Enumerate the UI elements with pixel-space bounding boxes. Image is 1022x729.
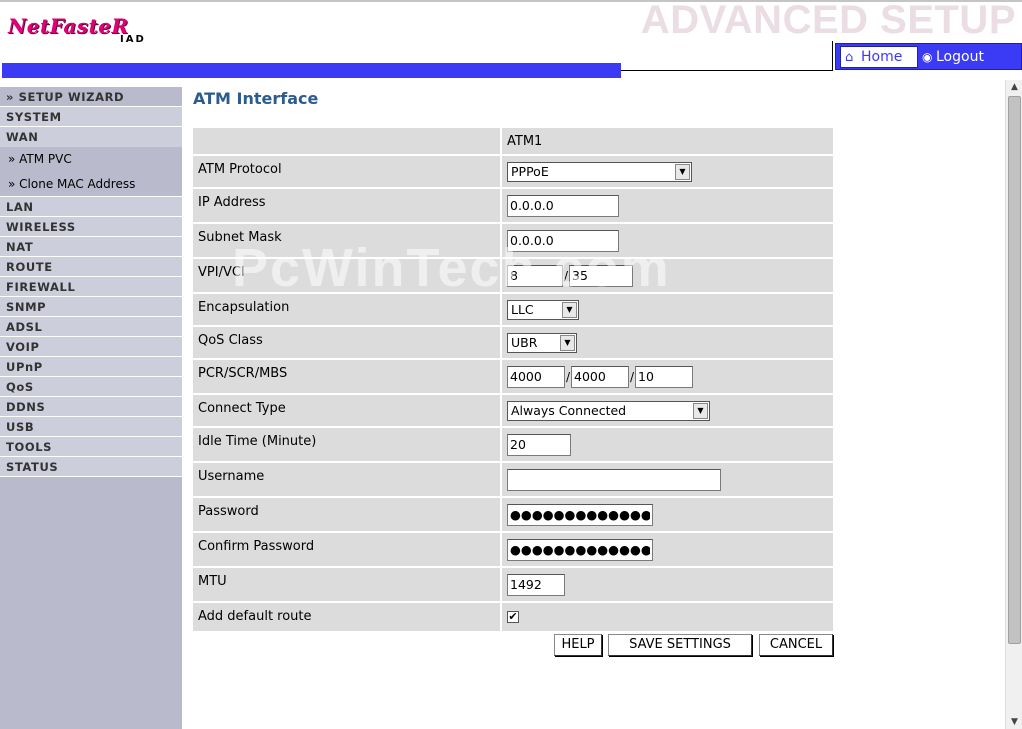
sidebar-item-nat[interactable]: NAT — [0, 237, 182, 257]
page-title: ATM Interface — [193, 89, 319, 108]
cancel-button[interactable]: CANCEL — [759, 634, 833, 656]
help-button[interactable]: HELP — [554, 634, 602, 656]
home-label: Home — [861, 49, 903, 65]
qos-class-label: QoS Class — [193, 326, 502, 359]
scrollbar-thumb[interactable] — [1008, 96, 1021, 644]
default-route-label: Add default route — [193, 602, 502, 632]
header-divider-vertical — [832, 41, 833, 71]
connect-type-label: Connect Type — [193, 394, 502, 427]
sidebar-item-firewall[interactable]: FIREWALL — [0, 277, 182, 297]
pcr-input[interactable] — [507, 365, 565, 388]
confirm-password-label: Confirm Password — [193, 532, 502, 567]
subnet-mask-label: Subnet Mask — [193, 223, 502, 258]
sidebar-item-usb[interactable]: USB — [0, 417, 182, 437]
sidebar-item-qos[interactable]: QoS — [0, 377, 182, 397]
home-icon: ⌂ — [845, 50, 854, 65]
idle-time-label: Idle Time (Minute) — [193, 427, 502, 462]
column-header-atm1: ATM1 — [501, 128, 833, 155]
ip-address-input[interactable] — [507, 194, 619, 217]
atm-protocol-select[interactable]: PPPoE ▼ — [507, 161, 692, 182]
atm-settings-table: ATM1 ATM Protocol PPPoE ▼ IP Address Subn… — [193, 128, 833, 633]
password-input[interactable] — [507, 503, 653, 526]
username-label: Username — [193, 462, 502, 497]
atm-protocol-label: ATM Protocol — [193, 155, 502, 188]
vertical-scrollbar[interactable]: ▲ ▼ — [1005, 80, 1022, 729]
sidebar-item-ddns[interactable]: DDNS — [0, 397, 182, 417]
table-header-empty — [193, 128, 502, 155]
vpi-input[interactable] — [507, 264, 563, 287]
encapsulation-label: Encapsulation — [193, 293, 502, 326]
logo-main-text: NetFasteR — [8, 14, 129, 38]
sidebar: » SETUP WIZARD SYSTEM WAN » ATM PVC » Cl… — [0, 80, 182, 729]
sidebar-item-snmp[interactable]: SNMP — [0, 297, 182, 317]
sidebar-subitem-clone-mac[interactable]: » Clone MAC Address — [0, 172, 182, 197]
save-settings-button[interactable]: SAVE SETTINGS — [608, 634, 752, 656]
mtu-input[interactable] — [507, 573, 565, 596]
chevron-down-icon: ▼ — [562, 301, 577, 318]
idle-time-input[interactable] — [507, 433, 571, 456]
logout-button[interactable]: ◉ Logout — [922, 47, 984, 67]
chevron-down-icon: ▼ — [693, 402, 708, 419]
home-button[interactable]: ⌂ Home — [840, 46, 918, 68]
mbs-input[interactable] — [635, 365, 693, 388]
qos-class-value: UBR — [511, 334, 538, 350]
confirm-password-input[interactable] — [507, 538, 653, 561]
ip-address-label: IP Address — [193, 188, 502, 223]
sidebar-subitem-atm-pvc[interactable]: » ATM PVC — [0, 147, 182, 172]
sidebar-item-wireless[interactable]: WIRELESS — [0, 217, 182, 237]
qos-class-select[interactable]: UBR ▼ — [507, 332, 577, 353]
sidebar-item-tools[interactable]: TOOLS — [0, 437, 182, 457]
vci-input[interactable] — [569, 264, 633, 287]
scr-input[interactable] — [571, 365, 629, 388]
chevron-down-icon: ▼ — [560, 334, 575, 351]
logout-label: Logout — [936, 49, 984, 65]
sidebar-item-status[interactable]: STATUS — [0, 457, 182, 477]
encapsulation-select[interactable]: LLC ▼ — [507, 299, 579, 320]
sidebar-item-route[interactable]: ROUTE — [0, 257, 182, 277]
encapsulation-value: LLC — [511, 301, 534, 317]
sidebar-item-system[interactable]: SYSTEM — [0, 107, 182, 127]
header-divider — [621, 70, 832, 71]
sidebar-item-lan[interactable]: LAN — [0, 197, 182, 217]
sidebar-gap — [0, 80, 182, 87]
banner-title: ADVANCED SETUP — [640, 0, 1016, 42]
mtu-label: MTU — [193, 567, 502, 602]
logo: NetFasteR IAD — [8, 14, 183, 48]
sidebar-item-upnp[interactable]: UPnP — [0, 357, 182, 377]
password-label: Password — [193, 497, 502, 532]
scroll-up-icon[interactable]: ▲ — [1007, 80, 1022, 94]
sidebar-item-wan[interactable]: WAN — [0, 127, 182, 147]
pcr-scr-mbs-label: PCR/SCR/MBS — [193, 359, 502, 394]
chevron-down-icon: ▼ — [675, 163, 690, 180]
atm-protocol-value: PPPoE — [511, 163, 549, 179]
connect-type-value: Always Connected — [511, 402, 627, 418]
subnet-mask-input[interactable] — [507, 229, 619, 252]
logo-sub-text: IAD — [120, 34, 146, 45]
username-input[interactable] — [507, 468, 721, 491]
scroll-down-icon[interactable]: ▼ — [1007, 715, 1022, 729]
header-blue-bar — [2, 63, 621, 78]
sidebar-item-adsl[interactable]: ADSL — [0, 317, 182, 337]
default-route-checkbox[interactable]: ✔ — [507, 611, 519, 623]
top-nav: ⌂ Home ◉ Logout — [835, 43, 1022, 70]
logout-icon: ◉ — [922, 50, 933, 64]
connect-type-select[interactable]: Always Connected ▼ — [507, 400, 710, 421]
header: NetFasteR IAD ADVANCED SETUP ⌂ Home ◉ Logo… — [0, 0, 1022, 80]
vpi-vci-label: VPI/VCI — [193, 258, 502, 293]
sidebar-item-setup-wizard[interactable]: » SETUP WIZARD — [0, 87, 182, 107]
sidebar-item-voip[interactable]: VOIP — [0, 337, 182, 357]
